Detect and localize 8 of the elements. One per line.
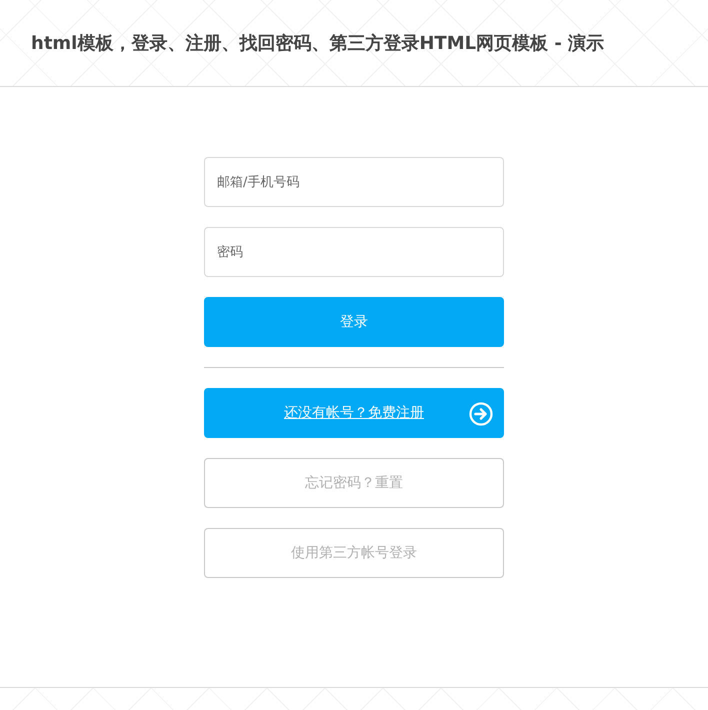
outline-button[interactable]: 使用第三方帐号登录 [204, 528, 504, 578]
input-field[interactable]: 邮箱/手机号码 [204, 157, 504, 207]
page-title: html模板，登录、注册、找回密码、第三方登录HTML网页模板 - 演示 [31, 32, 604, 55]
outline-button[interactable]: 忘记密码？重置 [204, 458, 504, 508]
login-button[interactable]: 登录 [204, 297, 504, 347]
register-button[interactable]: 还没有帐号？免费注册 [204, 388, 504, 438]
arrow-circle-icon [469, 402, 493, 426]
input-field[interactable]: 密码 [204, 227, 504, 277]
